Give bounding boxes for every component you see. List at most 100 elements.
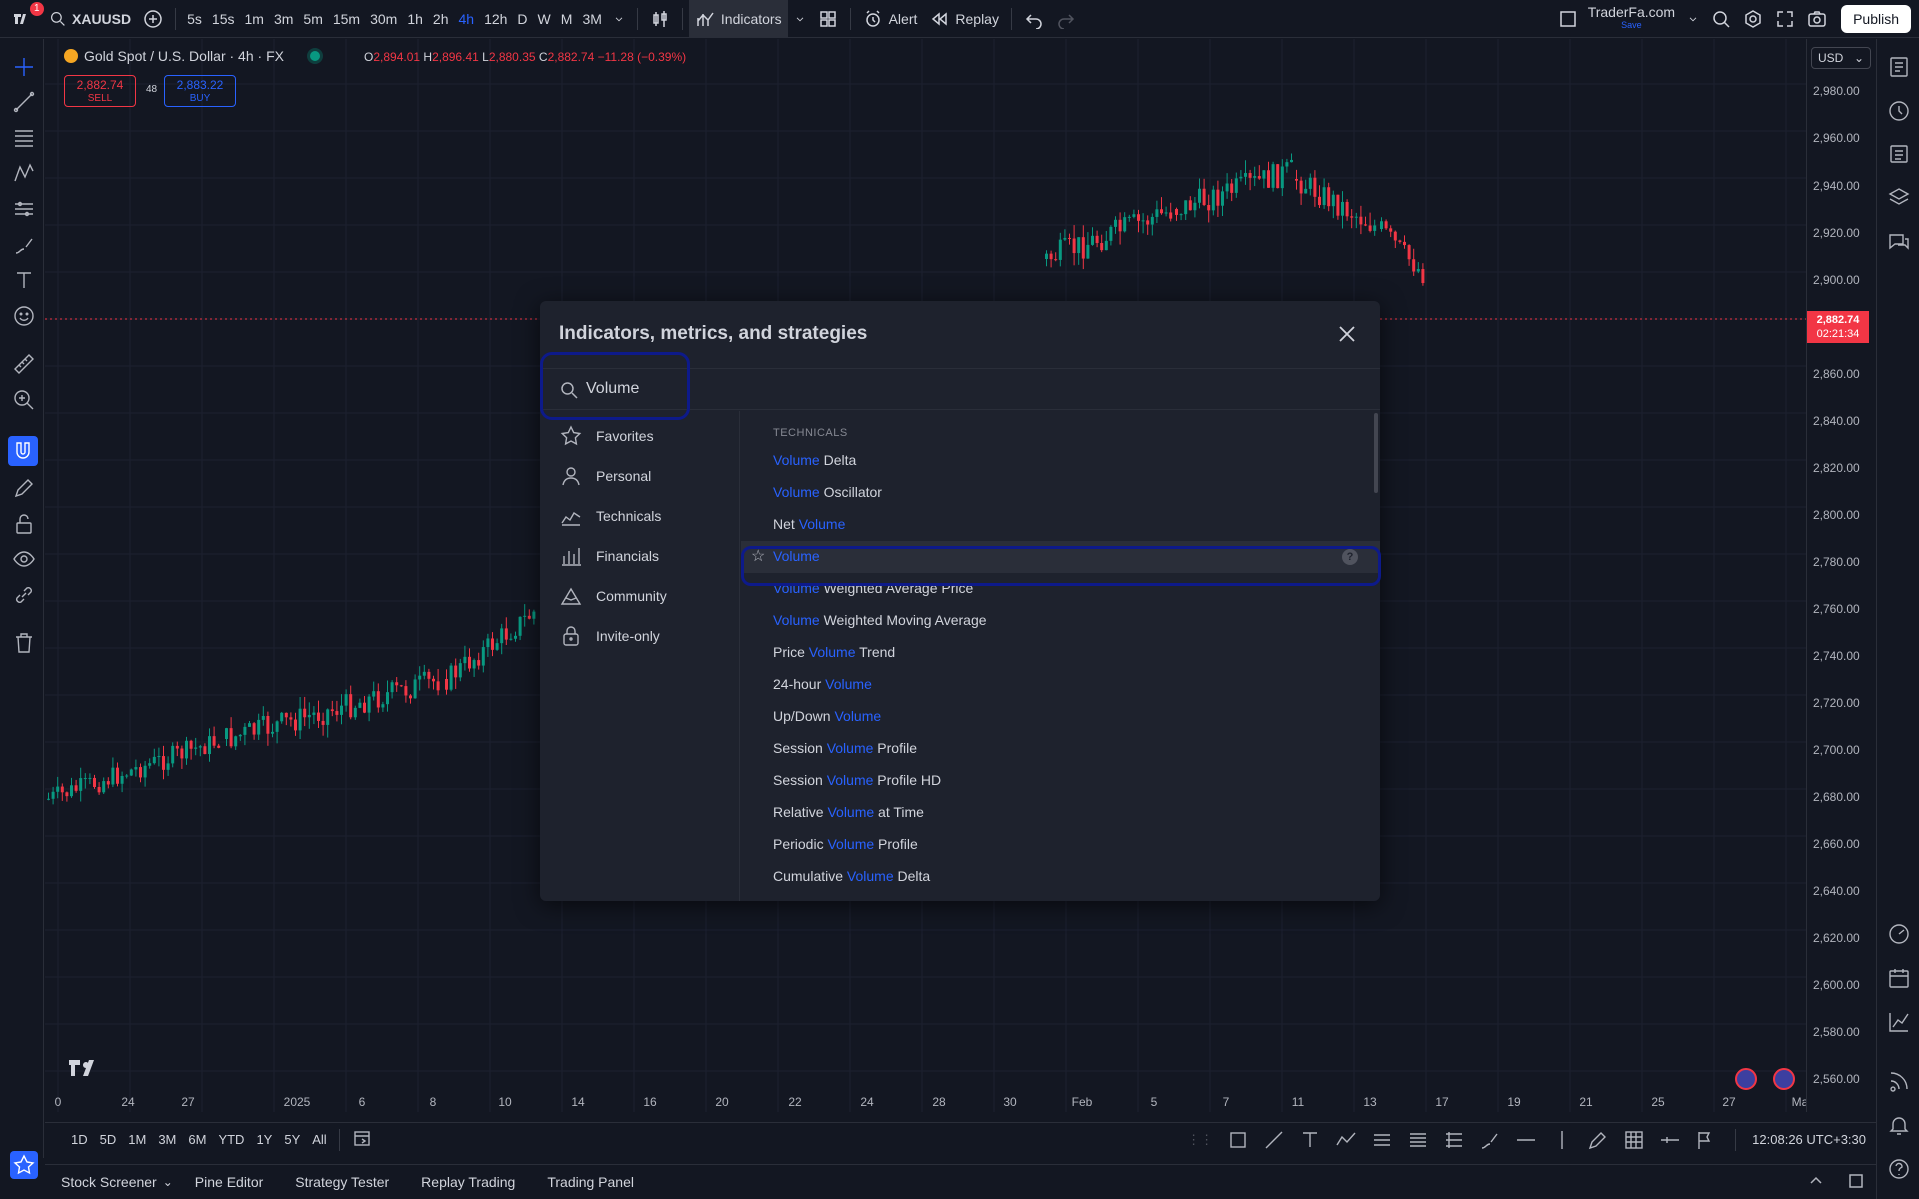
category-financials[interactable]: Financials [560, 544, 659, 568]
emoji-tool[interactable] [12, 304, 36, 328]
grid-table-icon[interactable] [1623, 1129, 1645, 1151]
object-tree-button[interactable] [1887, 186, 1911, 210]
pitchfork-icon[interactable] [1443, 1129, 1465, 1151]
hide-drawings-tool[interactable] [12, 547, 36, 571]
category-personal[interactable]: Personal [560, 464, 651, 488]
indicator-result-row[interactable]: 24-hour Volume [741, 669, 1380, 701]
timeframe-5s[interactable]: 5s [182, 11, 207, 27]
range-1d[interactable]: 1D [65, 1132, 94, 1147]
symbol-search-button[interactable]: XAUUSD [44, 0, 137, 38]
timeframe-5m[interactable]: 5m [298, 11, 327, 27]
range-6m[interactable]: 6M [182, 1132, 212, 1147]
price-axis[interactable]: USD ⌄ 2,980.00 2,960.00 2,940.00 2,920.00 2,… [1806, 39, 1876, 1112]
currency-select[interactable]: USD ⌄ [1811, 47, 1871, 69]
crosshair-tool[interactable] [12, 55, 36, 79]
maximize-panel-button[interactable] [1836, 1173, 1876, 1192]
parallel-channel-icon[interactable] [1371, 1129, 1393, 1151]
watchlist-favorites-button[interactable] [10, 1151, 38, 1179]
brush-tool[interactable] [12, 233, 36, 257]
undo-button[interactable] [1018, 0, 1050, 38]
alerts-button[interactable] [1887, 99, 1911, 123]
indicator-result-row[interactable]: Cumulative Volume Delta [741, 861, 1380, 893]
clock[interactable]: 12:08:26 UTC+3:30 [1742, 1132, 1876, 1147]
range-ytd[interactable]: YTD [212, 1132, 250, 1147]
compare-symbol-button[interactable] [137, 0, 169, 38]
trend-line-tool[interactable] [12, 90, 36, 114]
range-1y[interactable]: 1Y [250, 1132, 278, 1147]
indicator-result-row[interactable]: Up/Down Volume [741, 701, 1380, 733]
flag-icon-1[interactable] [1735, 1068, 1757, 1090]
timeframe-15m[interactable]: 15m [328, 11, 365, 27]
layout-dropdown[interactable] [1681, 0, 1705, 38]
timeframe-30m[interactable]: 30m [365, 11, 402, 27]
sell-button[interactable]: 2,882.74 SELL [64, 75, 136, 107]
timeframe-w[interactable]: W [533, 11, 556, 27]
horizontal-line-icon[interactable] [1515, 1129, 1537, 1151]
drag-handle-icon[interactable]: ⋮⋮ [1187, 1132, 1213, 1148]
timeframe-3m[interactable]: 3m [269, 11, 298, 27]
range-3m[interactable]: 3M [152, 1132, 182, 1147]
line-tool-icon[interactable] [1263, 1129, 1285, 1151]
fib-retracement-icon[interactable] [1407, 1129, 1429, 1151]
panel-tab-trading-panel[interactable]: Trading Panel [531, 1174, 650, 1190]
timeframe-3m[interactable]: 3M [577, 11, 606, 27]
range-1m[interactable]: 1M [122, 1132, 152, 1147]
magnet-tool[interactable] [8, 436, 38, 466]
trading-panel-button[interactable] [1887, 1010, 1911, 1034]
indicator-result-row[interactable]: Net Volume [741, 509, 1380, 541]
news-button[interactable] [1887, 142, 1911, 166]
fib-tool[interactable] [12, 126, 36, 150]
timeframe-4h[interactable]: 4h [453, 11, 479, 27]
help-button[interactable] [1887, 1157, 1911, 1181]
replay-button[interactable]: Replay [923, 0, 1005, 38]
watchlist-button[interactable] [1887, 55, 1911, 79]
indicator-result-row[interactable]: Relative Volume at Time [741, 797, 1380, 829]
publish-button[interactable]: Publish [1841, 4, 1911, 33]
pencil-icon[interactable] [1587, 1129, 1609, 1151]
symbol-legend[interactable]: Gold Spot / U.S. Dollar · 4h · FX [64, 48, 320, 64]
remove-drawings-tool[interactable] [12, 631, 36, 655]
buy-button[interactable]: 2,883.22 BUY [164, 75, 236, 107]
timeframe-m[interactable]: M [556, 11, 578, 27]
timeframe-15s[interactable]: 15s [207, 11, 240, 27]
notifications-button[interactable] [1887, 1113, 1911, 1137]
indicator-result-row[interactable]: Periodic Volume Profile [741, 829, 1380, 861]
scrollbar[interactable] [1374, 413, 1378, 493]
timeframe-2h[interactable]: 2h [428, 11, 454, 27]
quick-search-button[interactable] [1705, 0, 1737, 38]
calendar-button[interactable] [1887, 966, 1911, 990]
category-invite-only[interactable]: Invite-only [560, 624, 660, 648]
timeframe-1h[interactable]: 1h [402, 11, 428, 27]
layout-button[interactable]: TraderFa.com Save [1552, 0, 1681, 38]
snapshot-button[interactable] [1801, 0, 1833, 38]
indicators-dropdown[interactable] [788, 0, 812, 38]
brush-tool-icon[interactable] [1479, 1129, 1501, 1151]
fullscreen-button[interactable] [1769, 0, 1801, 38]
settings-button[interactable] [1737, 0, 1769, 38]
chart-type-button[interactable] [644, 0, 676, 38]
signals-button[interactable] [1887, 1069, 1911, 1093]
path-tool-icon[interactable] [1335, 1129, 1357, 1151]
timeframe-12h[interactable]: 12h [479, 11, 512, 27]
indicator-result-row[interactable]: Price Volume Trend [741, 637, 1380, 669]
indicator-result-row[interactable]: Volume Weighted Moving Average [741, 605, 1380, 637]
panel-tab-strategy-tester[interactable]: Strategy Tester [279, 1174, 405, 1190]
category-technicals[interactable]: Technicals [560, 504, 661, 528]
text-tool-icon[interactable] [1299, 1129, 1321, 1151]
panel-tab-stock-screener[interactable]: Stock Screener [45, 1174, 173, 1190]
indicators-button[interactable]: Indicators [688, 0, 788, 38]
zoom-tool[interactable] [12, 388, 36, 412]
redo-button[interactable] [1050, 0, 1082, 38]
close-button[interactable] [1336, 323, 1358, 345]
goto-date-button[interactable] [346, 1128, 378, 1151]
lock-drawings-tool[interactable] [12, 512, 36, 536]
range-all[interactable]: All [306, 1132, 332, 1147]
flag-tool-icon[interactable] [1695, 1129, 1717, 1151]
collapse-panel-button[interactable] [1796, 1173, 1836, 1192]
vertical-line-icon[interactable] [1551, 1129, 1573, 1151]
forecast-tool[interactable] [12, 197, 36, 221]
category-community[interactable]: Community [560, 584, 667, 608]
category-favorites[interactable]: Favorites [560, 424, 654, 448]
panel-tab-replay-trading[interactable]: Replay Trading [405, 1174, 531, 1190]
pattern-tool[interactable] [12, 161, 36, 185]
